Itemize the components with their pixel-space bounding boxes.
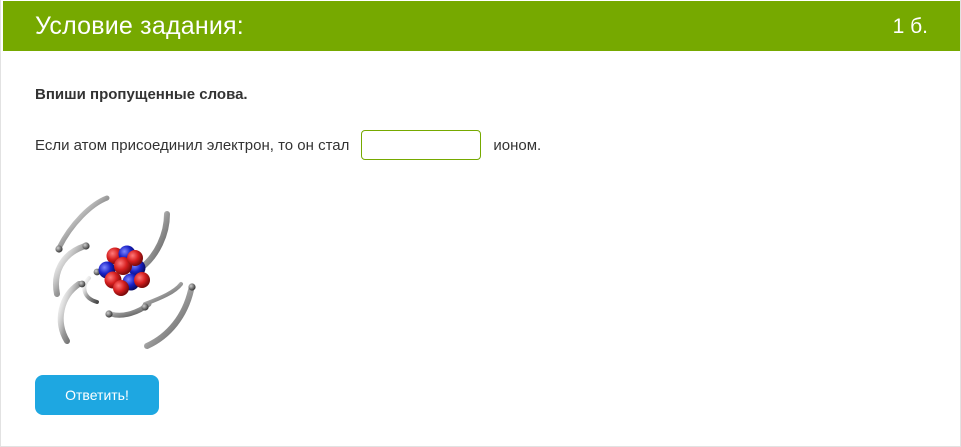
nucleus (98, 245, 150, 296)
atom-icon (53, 195, 196, 349)
sentence-before-text: Если атом присоединил электрон, то он ст… (35, 136, 350, 154)
task-instruction: Впиши пропущенные слова. (35, 86, 248, 103)
answer-input[interactable] (361, 130, 482, 160)
submit-button[interactable]: Ответить! (35, 375, 159, 415)
task-header: Условие задания: 1 б. (3, 1, 960, 51)
task-page: Условие задания: 1 б. Впиши пропущенные … (0, 0, 961, 447)
task-points: 1 б. (892, 15, 928, 38)
sentence-after-text: ионом. (493, 136, 542, 154)
task-sentence: Если атом присоединил электрон, то он ст… (35, 128, 541, 162)
task-title: Условие задания: (35, 12, 244, 40)
